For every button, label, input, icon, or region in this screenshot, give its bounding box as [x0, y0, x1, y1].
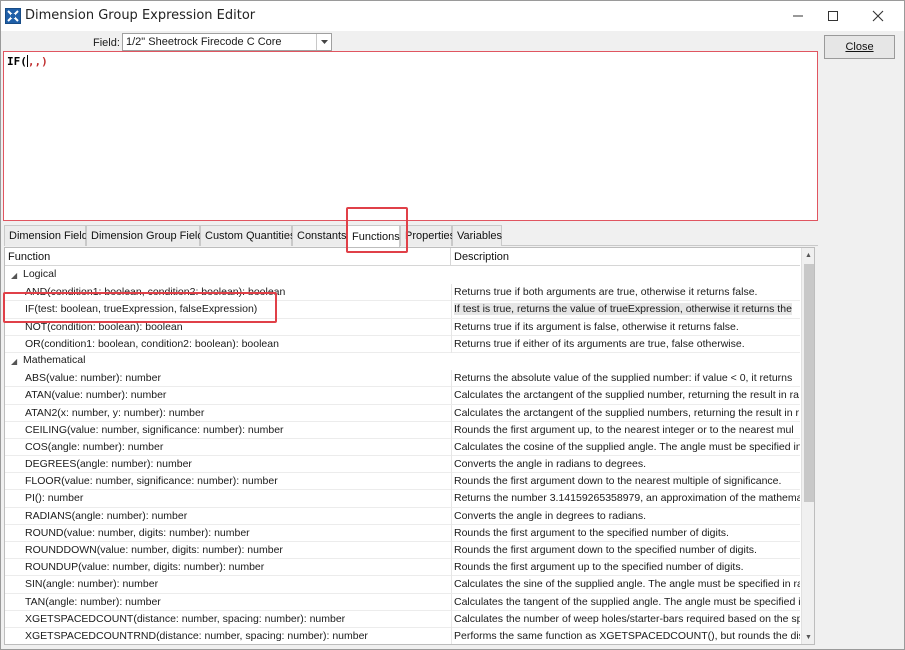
group-label: Mathematical [23, 353, 86, 366]
if-function-highlight [3, 292, 277, 323]
description-cell: Returns the number 3.14159265358979, an … [451, 490, 800, 508]
scroll-thumb[interactable] [804, 264, 814, 502]
table-row[interactable]: COS(angle: number): number Calculates the… [5, 438, 800, 457]
scroll-up-icon[interactable]: ▲ [802, 248, 814, 262]
column-header-description[interactable]: Description [451, 248, 800, 266]
description-cell: Converts the angle in radians to degrees… [451, 456, 800, 474]
description-text: If test is true, returns the value of tr… [454, 303, 792, 316]
function-cell: PI(): number [25, 492, 84, 505]
description-cell: Converts the angle in degrees to radians… [451, 507, 800, 525]
tab-variables[interactable]: Variables [452, 225, 502, 246]
field-dropdown[interactable]: 1/2" Sheetrock Firecode C Core [122, 33, 332, 51]
function-cell: DEGREES(angle: number): number [25, 458, 192, 471]
tab-strip: Dimension Fields Dimension Group Fields … [4, 225, 818, 247]
table-row[interactable]: DEGREES(angle: number): number Converts t… [5, 456, 800, 474]
description-cell: Rounds the first argument down to the ne… [451, 473, 800, 491]
function-cell: ROUNDDOWN(value: number, digits: number)… [25, 544, 283, 556]
table-row[interactable]: RADIANS(angle: number): number Converts t… [5, 507, 800, 525]
window-title: Dimension Group Expression Editor [25, 8, 256, 23]
description-cell: Returns true if its argument is false, o… [451, 318, 800, 336]
close-icon [872, 10, 884, 22]
function-cell: ATAN(value: number): number [25, 389, 167, 402]
minimize-icon [793, 15, 803, 17]
table-row[interactable]: XGETSPACEDCOUNTRND(distance: number, spa… [5, 627, 800, 644]
expression-text: IF(,,) [7, 55, 48, 68]
app-icon [5, 8, 21, 24]
scroll-down-icon[interactable]: ▼ [802, 630, 814, 644]
description-cell: If test is true, returns the value of tr… [451, 301, 800, 319]
collapse-triangle-icon[interactable]: ◢ [11, 357, 17, 366]
functions-tab-highlight [346, 207, 408, 253]
description-cell: Rounds the first argument up to the spec… [451, 559, 800, 577]
function-cell: OR(condition1: boolean, condition2: bool… [25, 337, 279, 350]
description-cell: Rounds the first argument up, to the nea… [451, 421, 800, 439]
description-cell: Returns true if either of its arguments … [451, 335, 800, 353]
description-cell: Returns true if both arguments are true,… [451, 284, 800, 302]
grid-rows: ◢ Logical AND(condition1: boolean, condi… [5, 267, 800, 644]
function-cell: COS(angle: number): number [25, 440, 164, 453]
table-row[interactable]: XGETSPACEDCOUNT(distance: number, spacin… [5, 610, 800, 628]
table-row[interactable]: ROUND(value: number, digits: number): nu… [5, 524, 800, 542]
description-cell: Rounds the first argument down to the sp… [451, 542, 800, 559]
table-row[interactable]: OR(condition1: boolean, condition2: bool… [5, 335, 800, 353]
function-cell: ABS(value: number): number [25, 372, 161, 385]
function-cell: RADIANS(angle: number): number [25, 509, 188, 522]
maximize-button[interactable] [816, 1, 850, 31]
expression-editor[interactable]: IF(,,) [3, 51, 818, 221]
function-cell: FLOOR(value: number, significance: numbe… [25, 475, 278, 488]
collapse-triangle-icon[interactable]: ◢ [11, 271, 17, 280]
description-cell: Calculates the sine of the supplied angl… [451, 576, 800, 594]
tab-custom-quantities[interactable]: Custom Quantities [200, 225, 295, 246]
expression-prefix: IF( [7, 55, 27, 68]
group-row-logical[interactable]: ◢ Logical [5, 267, 800, 284]
expression-suffix: ,,) [27, 55, 48, 68]
vertical-scrollbar[interactable]: ▲ ▼ [801, 248, 814, 644]
dropdown-arrow-icon[interactable] [316, 34, 331, 50]
function-cell: CEILING(value: number, significance: num… [25, 423, 284, 436]
description-cell: Returns the absolute value of the suppli… [451, 370, 800, 388]
expression-editor-window: Dimension Group Expression Editor Field:… [0, 0, 905, 650]
function-cell: ROUNDUP(value: number, digits: number): … [25, 561, 265, 574]
table-row[interactable]: ABS(value: number): number Returns the ab… [5, 370, 800, 388]
field-label: Field: [93, 37, 120, 49]
description-cell: Calculates the cosine of the supplied an… [451, 438, 800, 456]
table-row[interactable]: FLOOR(value: number, significance: numbe… [5, 473, 800, 491]
group-label: Logical [23, 268, 57, 280]
function-cell: XGETSPACEDCOUNTRND(distance: number, spa… [25, 629, 368, 642]
description-cell: Calculates the number of weep holes/star… [451, 610, 800, 628]
title-bar: Dimension Group Expression Editor [1, 1, 904, 31]
function-cell: XGETSPACEDCOUNT(distance: number, spacin… [25, 612, 346, 625]
minimize-button[interactable] [781, 1, 815, 31]
description-cell: Calculates the arctangent of the supplie… [451, 404, 800, 422]
tab-constants[interactable]: Constants [292, 225, 347, 246]
function-cell: TAN(angle: number): number [25, 595, 161, 608]
function-cell: SIN(angle: number): number [25, 578, 159, 591]
description-cell: Performs the same function as XGETSPACED… [451, 627, 800, 644]
group-row-mathematical[interactable]: ◢ Mathematical [5, 353, 800, 370]
close-button[interactable]: Close [824, 35, 895, 59]
tab-dimension-group-fields[interactable]: Dimension Group Fields [86, 225, 209, 246]
table-row[interactable]: ROUNDDOWN(value: number, digits: number)… [5, 542, 800, 560]
table-row[interactable]: ATAN2(x: number, y: number): number Calcu… [5, 404, 800, 422]
maximize-icon [828, 11, 838, 21]
table-row[interactable]: TAN(angle: number): number Calculates the… [5, 593, 800, 611]
field-dropdown-value: 1/2" Sheetrock Firecode C Core [126, 36, 282, 48]
description-cell: Rounds the first argument to the specifi… [451, 524, 800, 542]
function-cell: ROUND(value: number, digits: number): nu… [25, 526, 250, 539]
window-close-button[interactable] [861, 1, 895, 31]
table-row[interactable]: ROUNDUP(value: number, digits: number): … [5, 559, 800, 577]
table-row[interactable]: PI(): number Returns the number 3.1415926… [5, 490, 800, 508]
tab-dimension-fields[interactable]: Dimension Fields [4, 225, 93, 246]
description-cell: Calculates the arctangent of the supplie… [451, 387, 800, 405]
description-cell: Calculates the tangent of the supplied a… [451, 593, 800, 611]
function-cell: ATAN2(x: number, y: number): number [25, 406, 205, 419]
table-row[interactable]: SIN(angle: number): number Calculates the… [5, 576, 800, 594]
table-row[interactable]: ATAN(value: number): number Calculates th… [5, 387, 800, 405]
table-row[interactable]: CEILING(value: number, significance: num… [5, 421, 800, 439]
